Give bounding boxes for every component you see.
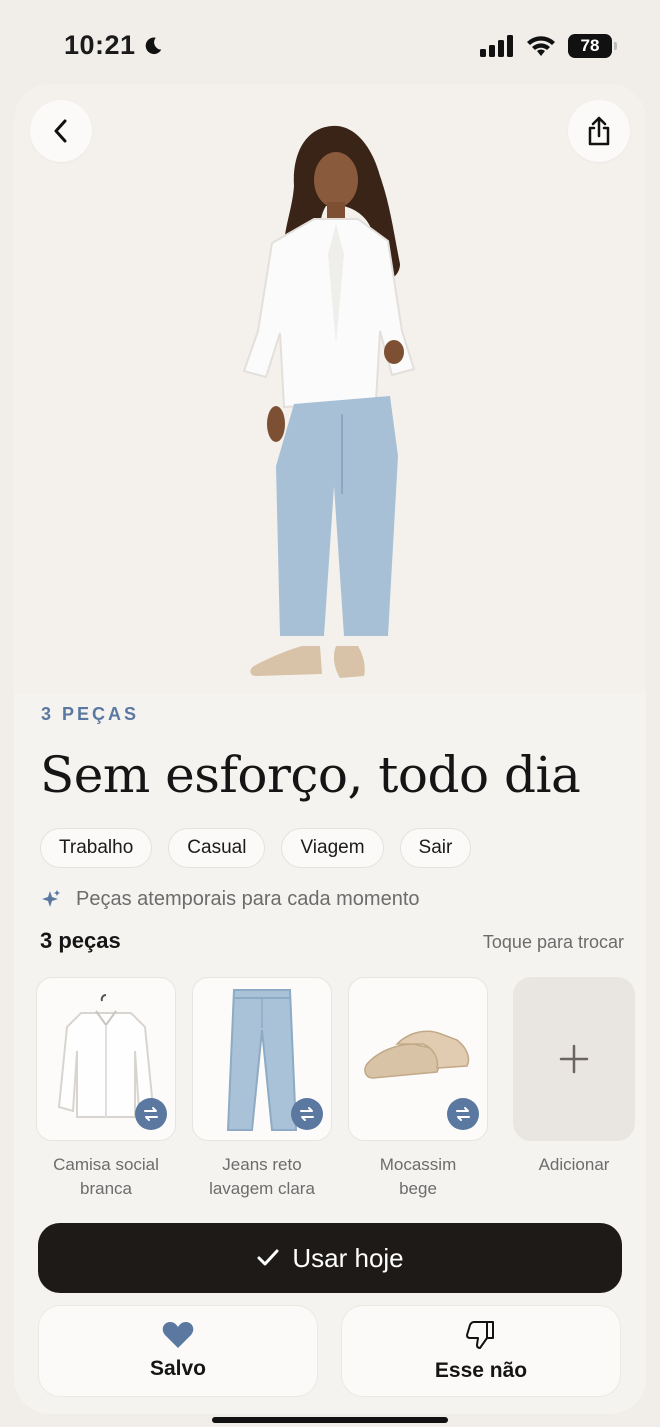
tag-viagem[interactable]: Viagem: [281, 828, 384, 868]
piece-card[interactable]: [192, 977, 332, 1141]
swap-button[interactable]: [291, 1098, 323, 1130]
tag-trabalho[interactable]: Trabalho: [40, 828, 153, 868]
moon-icon: [145, 37, 161, 54]
piece-label: Jeans reto lavagem clara: [187, 1153, 337, 1201]
swap-icon: [300, 1107, 314, 1121]
piece-label-line2: bege: [399, 1179, 437, 1198]
status-bar: 10:21 78: [0, 0, 660, 90]
piece-card[interactable]: [36, 977, 176, 1141]
piece-card[interactable]: [348, 977, 488, 1141]
tag-casual[interactable]: Casual: [168, 828, 266, 868]
piece-label-line2: branca: [80, 1179, 132, 1198]
sparkle-icon: [42, 889, 60, 907]
add-piece-label: Adicionar: [538, 1155, 610, 1174]
pieces-list: Camisa social branca Jeans reto lavagem …: [36, 977, 635, 1201]
back-button[interactable]: [30, 100, 92, 162]
piece-label-line1: Camisa social: [53, 1155, 159, 1174]
battery-level: 78: [580, 36, 600, 55]
saved-label: Salvo: [149, 1357, 207, 1380]
outfit-hero-image: [14, 84, 646, 694]
thumbs-down-icon: [466, 1321, 494, 1349]
swap-icon: [144, 1107, 158, 1121]
share-icon: [588, 116, 610, 146]
piece-label: Mocassim bege: [343, 1153, 493, 1201]
swap-icon: [456, 1107, 470, 1121]
saved-button[interactable]: Salvo: [38, 1305, 318, 1397]
status-icons: 78: [480, 34, 617, 58]
use-today-button[interactable]: Usar hoje: [38, 1223, 622, 1293]
outfit-detail-sheet: 3 PEÇAS Sem esforço, todo dia Trabalho C…: [14, 84, 646, 1414]
pieces-swap-hint: Toque para trocar: [482, 932, 624, 952]
pieces-count-label: 3 PEÇAS: [41, 704, 140, 724]
piece-label-line2: lavagem clara: [209, 1179, 315, 1198]
model-illustration: [242, 125, 416, 678]
outfit-description: Peças atemporais para cada momento: [40, 888, 420, 911]
battery-indicator: 78: [568, 34, 617, 58]
piece-label-line1: Jeans reto: [222, 1155, 302, 1174]
signal-icon: [480, 35, 513, 57]
add-piece-item[interactable]: Adicionar: [504, 977, 644, 1201]
chevron-left-icon: [54, 119, 67, 143]
piece-item-loafers[interactable]: Mocassim bege: [348, 977, 488, 1201]
reject-label: Esse não: [434, 1359, 528, 1382]
piece-label: Camisa social branca: [31, 1153, 181, 1201]
piece-label-line1: Mocassim: [379, 1155, 457, 1174]
plus-icon: [559, 1044, 589, 1074]
jeans-icon: [226, 989, 298, 1131]
piece-item-shirt[interactable]: Camisa social branca: [36, 977, 176, 1201]
reject-button[interactable]: Esse não: [341, 1305, 621, 1397]
home-indicator[interactable]: [212, 1417, 448, 1423]
heart-icon: [162, 1322, 194, 1348]
clock: 10:21: [64, 30, 164, 61]
pieces-header: 3 peças Toque para trocar: [40, 928, 624, 954]
swap-button[interactable]: [135, 1098, 167, 1130]
piece-item-jeans[interactable]: Jeans reto lavagem clara: [192, 977, 332, 1201]
checkmark-icon: [257, 1249, 279, 1266]
clock-text: 10:21: [64, 30, 136, 60]
share-button[interactable]: [568, 100, 630, 162]
outfit-title: Sem esforço, todo dia: [40, 746, 581, 804]
swap-button[interactable]: [447, 1098, 479, 1130]
use-today-label: Usar hoje: [292, 1242, 404, 1273]
occasion-tags: Trabalho Casual Viagem Sair: [40, 828, 472, 868]
tag-sair[interactable]: Sair: [399, 828, 472, 868]
wifi-icon: [527, 36, 555, 56]
loafers-icon: [364, 1030, 470, 1079]
pieces-header-title: 3 peças: [40, 928, 121, 953]
add-piece-button[interactable]: [513, 977, 635, 1141]
outfit-description-text: Peças atemporais para cada momento: [76, 888, 420, 910]
